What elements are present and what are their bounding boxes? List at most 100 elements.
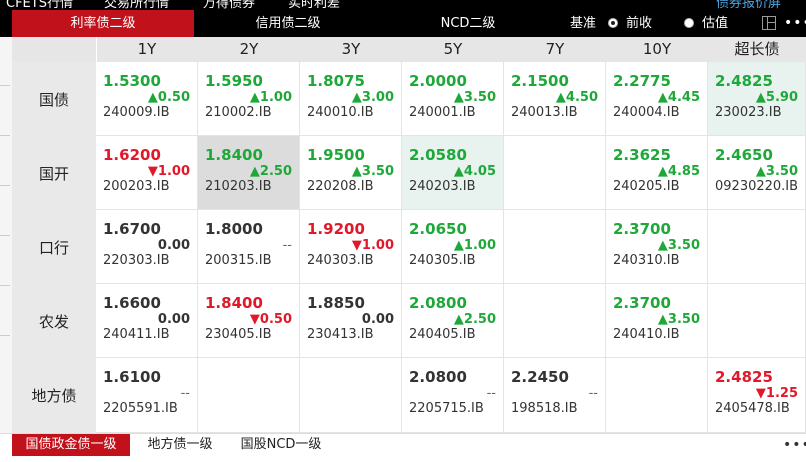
bond-code: 2405478.IB xyxy=(715,401,790,416)
col-header-4: 7Y xyxy=(504,37,607,62)
quote-cell[interactable]: 2.0580 ▲4.05 240203.IB xyxy=(402,136,504,210)
col-header-0: 1Y xyxy=(96,37,199,62)
radio-prev-close-label[interactable]: 前收 xyxy=(624,10,654,37)
quote-cell xyxy=(504,284,606,358)
quote-cell[interactable]: 2.1500 ▲4.50 240013.IB xyxy=(504,62,606,136)
quote-cell xyxy=(606,358,708,433)
top-menu-quote-screen[interactable]: 债券报价屏 xyxy=(716,0,781,10)
yield-value: 2.2450 xyxy=(511,368,569,386)
change-bp: -- xyxy=(180,386,190,401)
quote-cell[interactable]: 2.3625 ▲4.85 240205.IB xyxy=(606,136,708,210)
bond-code: 220208.IB xyxy=(307,179,374,194)
top-menu-cfets[interactable]: CFETS行情 xyxy=(6,0,73,10)
top-menu-spread[interactable]: 实时利差 xyxy=(288,0,340,10)
bond-code: 240013.IB xyxy=(511,105,578,120)
bond-code: 240004.IB xyxy=(613,105,680,120)
quote-cell[interactable]: 1.6100 -- 2205591.IB xyxy=(96,358,198,433)
layout-icon[interactable] xyxy=(762,16,776,30)
bottom-more-icon[interactable]: ••• xyxy=(783,434,806,456)
change-bp: ▲4.85 xyxy=(657,164,700,179)
quote-cell[interactable]: 1.5300 ▲0.50 240009.IB xyxy=(96,62,198,136)
quote-cell[interactable]: 2.2775 ▲4.45 240004.IB xyxy=(606,62,708,136)
change-bp: ▲2.50 xyxy=(453,312,496,327)
tab-credit-bonds[interactable]: 信用债二级 xyxy=(228,10,348,37)
top-menu-exchange[interactable]: 交易所行情 xyxy=(104,0,169,10)
quote-cell[interactable]: 1.8850 0.00 230413.IB xyxy=(300,284,402,358)
change-bp: 0.00 xyxy=(361,312,394,327)
change-bp: ▲3.50 xyxy=(657,238,700,253)
col-header-1: 2Y xyxy=(198,37,301,62)
radio-valuation-label[interactable]: 估值 xyxy=(700,10,730,37)
radio-valuation[interactable] xyxy=(684,18,694,28)
quote-cell[interactable]: 1.9200 ▼1.00 240303.IB xyxy=(300,210,402,284)
yield-value: 1.8000 xyxy=(205,220,263,238)
yield-value: 1.8400 xyxy=(205,294,263,312)
quote-cell[interactable]: 2.0650 ▲1.00 240305.IB xyxy=(402,210,504,284)
quote-cell[interactable]: 2.3700 ▲3.50 240310.IB xyxy=(606,210,708,284)
quote-cell[interactable]: 1.9500 ▲3.50 220208.IB xyxy=(300,136,402,210)
yield-value: 2.4825 xyxy=(715,368,773,386)
bond-code: 230413.IB xyxy=(307,327,374,342)
quote-cell xyxy=(504,210,606,284)
quote-cell xyxy=(300,358,402,433)
quote-cell[interactable]: 1.6700 0.00 220303.IB xyxy=(96,210,198,284)
quote-cell[interactable]: 2.4825 ▲5.90 230023.IB xyxy=(708,62,806,136)
yield-value: 2.0800 xyxy=(409,368,467,386)
quote-cell[interactable]: 2.4825 ▼1.25 2405478.IB xyxy=(708,358,806,433)
quote-cell[interactable]: 1.8400 ▼0.50 230405.IB xyxy=(198,284,300,358)
quote-cell xyxy=(708,210,806,284)
quote-cell[interactable]: 2.0800 ▲2.50 240405.IB xyxy=(402,284,504,358)
row-label: 地方债 xyxy=(12,358,96,434)
change-bp: ▲3.50 xyxy=(755,164,798,179)
bond-code: 240010.IB xyxy=(307,105,374,120)
yield-value: 1.6700 xyxy=(103,220,161,238)
bond-code: 240405.IB xyxy=(409,327,476,342)
top-menu-wind-bonds[interactable]: 万得债券 xyxy=(203,0,255,10)
yield-value: 1.6100 xyxy=(103,368,161,386)
yield-value: 2.0000 xyxy=(409,72,467,90)
bond-code: 200203.IB xyxy=(103,179,170,194)
yield-value: 2.4650 xyxy=(715,146,773,164)
bond-code: 2205591.IB xyxy=(103,401,178,416)
change-bp: ▲4.05 xyxy=(453,164,496,179)
radio-prev-close[interactable] xyxy=(608,18,618,28)
yield-value: 2.0650 xyxy=(409,220,467,238)
tab-rate-bonds[interactable]: 利率债二级 xyxy=(12,10,194,37)
quote-cell[interactable]: 1.6200 ▼1.00 200203.IB xyxy=(96,136,198,210)
bond-code: 240305.IB xyxy=(409,253,476,268)
bond-code: 200315.IB xyxy=(205,253,272,268)
bottom-tab-ncd-primary[interactable]: 国股NCD一级 xyxy=(232,434,330,456)
yield-value: 1.5300 xyxy=(103,72,161,90)
tab-ncd[interactable]: NCD二级 xyxy=(420,10,516,37)
quote-cell[interactable]: 1.6600 0.00 240411.IB xyxy=(96,284,198,358)
yield-value: 2.1500 xyxy=(511,72,569,90)
bond-code: 240410.IB xyxy=(613,327,680,342)
bottom-tab-govt-primary[interactable]: 国债政金债一级 xyxy=(12,434,130,456)
quote-cell[interactable]: 2.0000 ▲3.50 240001.IB xyxy=(402,62,504,136)
change-bp: ▲2.50 xyxy=(249,164,292,179)
more-icon[interactable]: ••• xyxy=(784,10,806,37)
change-bp: ▲1.00 xyxy=(453,238,496,253)
bond-code: 230023.IB xyxy=(715,105,782,120)
col-header-3: 5Y xyxy=(402,37,505,62)
change-bp: ▲3.50 xyxy=(351,164,394,179)
col-header-5: 10Y xyxy=(606,37,709,62)
quote-cell[interactable]: 1.8075 ▲3.00 240010.IB xyxy=(300,62,402,136)
change-bp: ▲0.50 xyxy=(147,90,190,105)
change-bp: ▼1.00 xyxy=(351,238,394,253)
yield-value: 2.4825 xyxy=(715,72,773,90)
change-bp: ▲5.90 xyxy=(755,90,798,105)
bond-code: 240411.IB xyxy=(103,327,170,342)
bond-code: 2205715.IB xyxy=(409,401,484,416)
quote-cell[interactable]: 2.2450 -- 198518.IB xyxy=(504,358,606,433)
bottom-tab-local-primary[interactable]: 地方债一级 xyxy=(140,434,220,456)
quote-cell[interactable]: 1.8400 ▲2.50 210203.IB xyxy=(198,136,300,210)
change-bp: ▲3.00 xyxy=(351,90,394,105)
quote-cell[interactable]: 2.4650 ▲3.50 09230220.IB xyxy=(708,136,806,210)
change-bp: 0.00 xyxy=(157,312,190,327)
quote-cell[interactable]: 2.0800 -- 2205715.IB xyxy=(402,358,504,433)
header-corner xyxy=(12,37,97,62)
quote-cell[interactable]: 1.8000 -- 200315.IB xyxy=(198,210,300,284)
quote-cell[interactable]: 2.3700 ▲3.50 240410.IB xyxy=(606,284,708,358)
quote-cell[interactable]: 1.5950 ▲1.00 210002.IB xyxy=(198,62,300,136)
